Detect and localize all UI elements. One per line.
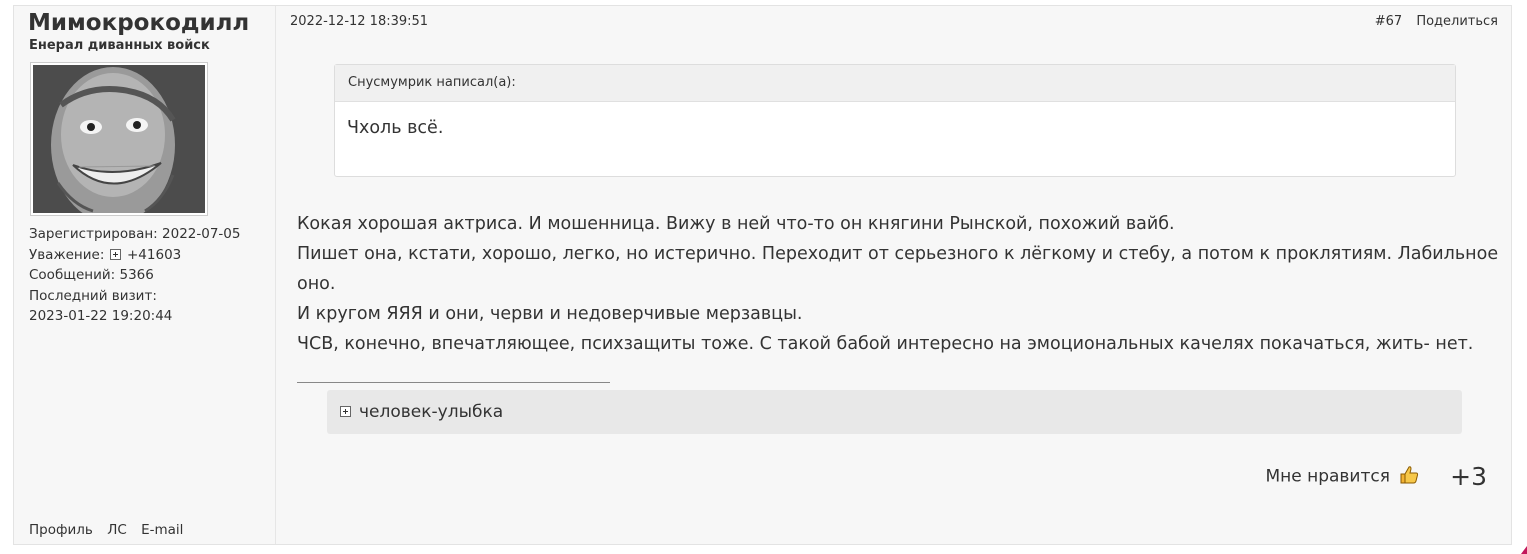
forum-post: Мимокрокодилл Енерал диванных войск Заре… <box>13 5 1512 545</box>
post-date: 2022-12-12 18:39:51 <box>290 14 429 29</box>
post-number-link[interactable]: #67 <box>1375 14 1402 29</box>
thumbs-up-icon[interactable] <box>1399 465 1419 489</box>
author-name[interactable]: Мимокрокодилл <box>28 10 249 36</box>
last-visit-value: 2023-01-22 19:20:44 <box>29 308 173 324</box>
respect-label: Уважение: <box>29 246 105 263</box>
signature-divider <box>297 382 610 383</box>
pm-link[interactable]: ЛС <box>107 522 127 538</box>
avatar <box>30 62 208 216</box>
like-button[interactable]: Мне нравится <box>1265 467 1390 487</box>
respect-value: +41603 <box>126 246 182 263</box>
spoiler-label: человек-улыбка <box>359 402 504 422</box>
like-count: +3 <box>1450 462 1487 491</box>
avatar-image <box>33 65 205 213</box>
message-line: И кругом ЯЯЯ и они, черви и недоверчивые… <box>297 304 803 324</box>
quote-text: Чхоль всё. <box>347 118 444 138</box>
profile-link[interactable]: Профиль <box>29 522 93 538</box>
author-panel: Мимокрокодилл Енерал диванных войск Заре… <box>14 6 276 544</box>
plus-box-icon <box>340 406 351 417</box>
message-line: Кокая хорошая актриса. И мошенница. Вижу… <box>297 214 1175 234</box>
profile-links: Профиль ЛС E-mail <box>29 522 193 538</box>
registered-date: Зарегистрирован: 2022-07-05 <box>29 226 241 242</box>
quote-block: Снусмумрик написал(а): Чхоль всё. <box>334 64 1456 177</box>
last-visit-label: Последний визит: <box>29 287 157 304</box>
author-stats: Зарегистрирован: 2022-07-05 Уважение: +4… <box>29 224 240 327</box>
message-line: Пишет она, кстати, хорошо, легко, но ист… <box>297 244 1499 294</box>
respect-row: Уважение: +41603 <box>29 245 240 266</box>
like-area: Мне нравится +3 <box>1265 462 1487 491</box>
quote-header: Снусмумрик написал(а): <box>335 65 1455 102</box>
message-body: Кокая хорошая актриса. И мошенница. Вижу… <box>297 209 1502 359</box>
share-link[interactable]: Поделиться <box>1416 14 1498 29</box>
author-title: Енерал диванных войск <box>29 38 210 53</box>
plus-box-icon[interactable] <box>109 248 121 260</box>
spoiler-toggle[interactable]: человек-улыбка <box>327 390 1462 434</box>
post-header-actions: #67 Поделиться <box>1365 14 1498 29</box>
message-line: ЧСВ, конечно, впечатляющее, психзащиты т… <box>297 334 1474 354</box>
scroll-corner-marker <box>1521 546 1527 554</box>
email-link[interactable]: E-mail <box>141 522 183 538</box>
message-count: Сообщений: 5366 <box>29 267 154 283</box>
